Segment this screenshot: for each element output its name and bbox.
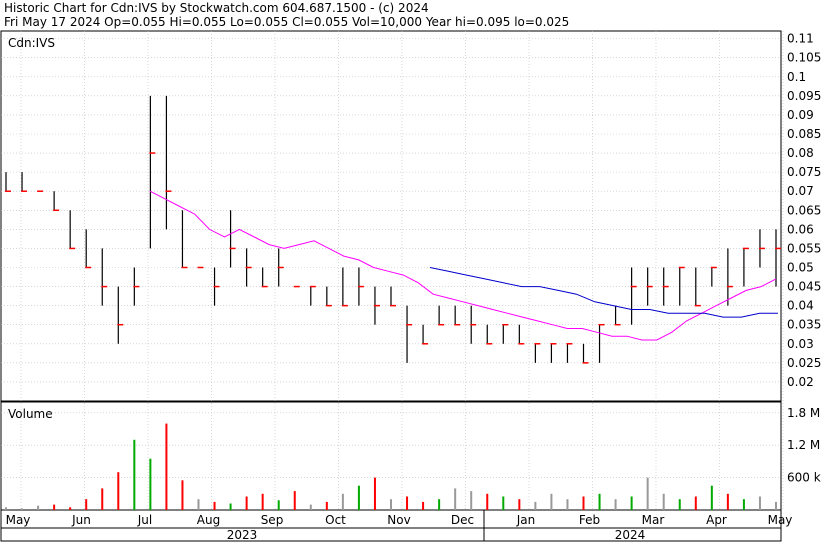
price-tick-label: 0.05: [787, 260, 814, 274]
month-label: May: [6, 513, 31, 527]
price-tick-label: 0.045: [787, 280, 821, 294]
price-tick-label: 0.09: [787, 108, 814, 122]
month-label: Oct: [325, 513, 346, 527]
volume-bar: [229, 503, 232, 510]
month-label: Jul: [137, 513, 152, 527]
month-label: Mar: [642, 513, 665, 527]
price-tick-label: 0.075: [787, 165, 821, 179]
month-label: Apr: [706, 513, 727, 527]
volume-bar: [406, 496, 409, 510]
volume-tick-label: 1.8 M: [787, 406, 820, 420]
volume-bar: [775, 501, 777, 510]
volume-bar: [438, 499, 441, 510]
volume-bar: [422, 501, 425, 510]
volume-bar: [582, 496, 585, 510]
volume-bar: [213, 501, 216, 510]
volume-bar: [710, 485, 713, 510]
price-tick-label: 0.02: [787, 375, 814, 389]
month-label: Feb: [579, 513, 600, 527]
month-label: May: [768, 513, 793, 527]
volume-bar: [149, 458, 152, 510]
volume-bar: [502, 496, 505, 510]
price-tick-label: 0.065: [787, 203, 821, 217]
price-tick-label: 0.035: [787, 318, 821, 332]
price-tick-label: 0.1: [787, 70, 806, 84]
price-tick-label: 0.11: [787, 32, 814, 46]
price-tick-label: 0.06: [787, 222, 814, 236]
volume-bar: [101, 488, 104, 510]
month-label: Dec: [451, 513, 474, 527]
price-tick-label: 0.095: [787, 89, 821, 103]
volume-bar: [646, 477, 649, 510]
volume-bar: [37, 505, 40, 510]
volume-bar: [373, 477, 376, 510]
volume-bar: [277, 500, 280, 510]
volume-bar: [69, 507, 72, 510]
price-tick-label: 0.085: [787, 127, 821, 141]
volume-bar: [550, 493, 553, 510]
price-tick-label: 0.025: [787, 356, 821, 370]
volume-bar: [534, 501, 537, 510]
volume-bar: [614, 499, 617, 510]
year-label: 2024: [615, 528, 646, 542]
volume-bar: [357, 485, 360, 510]
volume-tick-label: 1.2 M: [787, 438, 820, 452]
volume-bar: [518, 499, 521, 510]
volume-bar: [5, 507, 7, 510]
price-tick-label: 0.03: [787, 337, 814, 351]
price-tick-label: 0.055: [787, 241, 821, 255]
price-tick-label: 0.07: [787, 184, 814, 198]
price-panel-label: Cdn:IVS: [8, 36, 55, 50]
volume-bar: [133, 439, 136, 510]
volume-bar: [261, 493, 264, 510]
volume-bar: [325, 501, 328, 510]
volume-panel-label: Volume: [8, 407, 53, 421]
stock-chart: Cdn:IVS Volume 0.11 0.105 0.1 0.095 0.09 0.08…: [0, 30, 821, 542]
volume-bar: [566, 499, 569, 510]
volume-bar: [486, 493, 489, 510]
volume-bar: [197, 499, 200, 510]
month-label: Jun: [71, 513, 91, 527]
price-tick-label: 0.105: [787, 51, 821, 65]
volume-bar: [309, 504, 312, 510]
volume-bar: [85, 499, 88, 510]
volume-bar: [53, 504, 56, 510]
price-panel-frame: [0, 30, 782, 402]
volume-bar: [390, 499, 392, 510]
volume-bar: [598, 493, 601, 510]
year-label: 2023: [227, 528, 258, 542]
volume-bar: [470, 491, 473, 510]
month-label: Jan: [516, 513, 536, 527]
volume-bar: [117, 472, 120, 510]
volume-bar: [293, 491, 296, 510]
volume-tick-label: 600 k: [787, 471, 821, 485]
month-label: Sep: [261, 513, 284, 527]
volume-bar: [630, 496, 633, 510]
volume-bar: [758, 496, 761, 510]
volume-bar: [742, 499, 745, 510]
volume-bar: [726, 493, 729, 510]
price-tick-label: 0.04: [787, 299, 814, 313]
volume-bar: [662, 493, 665, 510]
volume-bar: [678, 499, 681, 510]
price-tick-label: 0.08: [787, 146, 814, 160]
volume-bar: [181, 480, 184, 510]
volume-bar: [245, 496, 248, 510]
volume-bar: [341, 493, 344, 510]
month-label: Aug: [197, 513, 220, 527]
volume-bar: [694, 496, 697, 510]
volume-bar: [21, 508, 24, 510]
month-label: Nov: [387, 513, 410, 527]
volume-bar: [454, 488, 457, 510]
volume-bar: [165, 423, 168, 510]
